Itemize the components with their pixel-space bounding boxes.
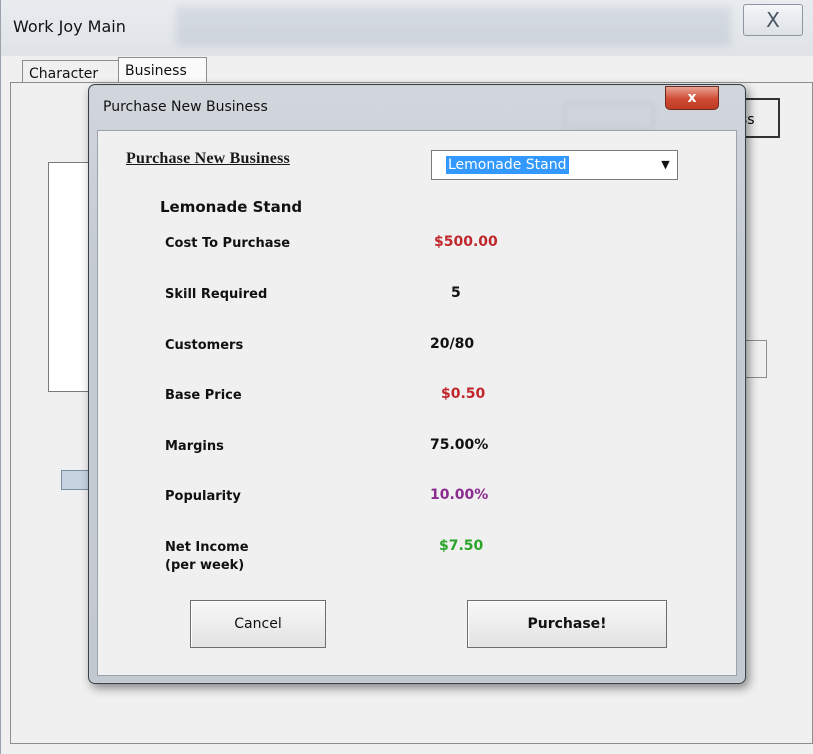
customers-label: Customers	[165, 338, 244, 353]
dialog-content: Purchase New Business Lemonade Stand ▼ L…	[97, 130, 737, 676]
skill-label: Skill Required	[165, 287, 268, 302]
base-price-label: Base Price	[165, 388, 242, 403]
purchase-dialog: Purchase New Business x Purchase New Bus…	[88, 84, 746, 684]
popularity-label: Popularity	[165, 489, 241, 504]
blurred-background-label	[314, 103, 387, 121]
cost-label: Cost To Purchase	[165, 236, 291, 251]
main-titlebar: Work Joy Main X	[1, 0, 813, 56]
margins-label: Margins	[165, 439, 224, 454]
main-window-title: Work Joy Main	[13, 17, 126, 36]
tab-character[interactable]: Character	[22, 60, 119, 84]
blurred-background-toolbar	[176, 6, 731, 46]
base-price-value: $0.50	[441, 386, 486, 402]
cancel-button[interactable]: Cancel	[190, 600, 326, 648]
net-income-value: $7.50	[439, 538, 484, 554]
net-income-period-label: (per week)	[165, 558, 245, 573]
purchase-button[interactable]: Purchase!	[467, 600, 667, 648]
customers-value: 20/80	[430, 336, 475, 352]
dialog-close-button[interactable]: x	[665, 86, 719, 110]
dialog-title: Purchase New Business	[103, 99, 268, 115]
tab-business[interactable]: Business	[118, 57, 207, 85]
chevron-down-icon[interactable]: ▼	[656, 154, 675, 176]
margins-value: 75.00%	[430, 437, 489, 453]
business-select-value: Lemonade Stand	[446, 156, 569, 174]
popularity-value: 10.00%	[430, 487, 489, 503]
net-income-label: Net Income	[165, 540, 249, 555]
cost-value: $500.00	[434, 234, 498, 250]
dialog-heading: Purchase New Business	[126, 150, 290, 167]
business-name: Lemonade Stand	[160, 198, 303, 216]
business-select[interactable]: Lemonade Stand ▼	[431, 150, 678, 180]
skill-value: 5	[451, 285, 461, 301]
blurred-background-button	[564, 103, 654, 129]
main-close-button[interactable]: X	[743, 4, 803, 36]
